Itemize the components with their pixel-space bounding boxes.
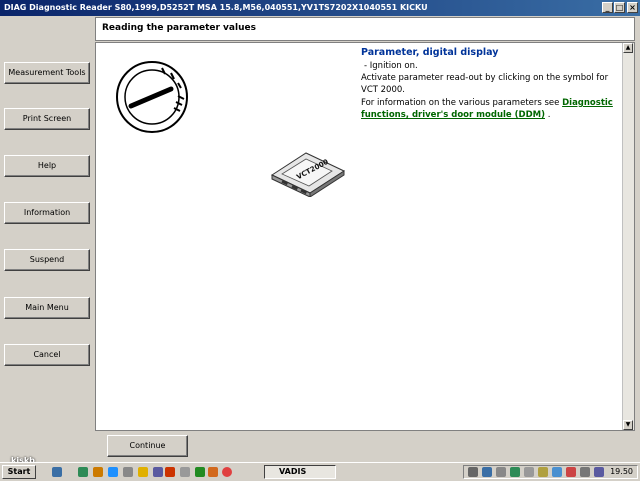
suspend-button[interactable]: Suspend	[4, 249, 90, 271]
cancel-button[interactable]: Cancel	[4, 344, 90, 366]
quicklaunch-icon[interactable]	[108, 467, 118, 477]
clock: 19.50	[610, 467, 633, 476]
system-tray: 19.50	[463, 465, 638, 479]
instruction-line-2: VCT 2000.	[361, 85, 405, 95]
scroll-up-icon[interactable]: ▲	[623, 43, 633, 53]
tray-icon[interactable]	[580, 467, 590, 477]
continue-button[interactable]: Continue	[107, 435, 188, 457]
print-screen-button[interactable]: Print Screen	[4, 108, 90, 130]
quicklaunch-icon[interactable]	[138, 467, 148, 477]
quicklaunch-icon[interactable]	[208, 467, 218, 477]
vct2000-device-icon[interactable]: VCT2000	[268, 149, 348, 197]
instruction-line-1: Activate parameter read-out by clicking …	[361, 73, 609, 83]
info-title: Parameter, digital display	[361, 47, 499, 58]
quicklaunch-desktop-icon[interactable]	[52, 467, 62, 477]
quicklaunch-icon[interactable]	[123, 467, 133, 477]
speaker-icon[interactable]	[594, 467, 604, 477]
diagnostic-link[interactable]: Diagnostic	[562, 98, 613, 108]
tray-icon[interactable]	[552, 467, 562, 477]
taskbar: Start VADIS 19.50	[0, 462, 640, 481]
measurement-tools-button[interactable]: Measurement Tools	[4, 62, 90, 84]
main-menu-button[interactable]: Main Menu	[4, 297, 90, 319]
bullet-text: Ignition on.	[369, 61, 418, 71]
tray-icon[interactable]	[496, 467, 506, 477]
vertical-scrollbar[interactable]: ▲ ▼	[622, 43, 634, 430]
tray-icon[interactable]	[524, 467, 534, 477]
instruction-prefix: For information on the various parameter…	[361, 98, 560, 108]
close-button[interactable]: ×	[627, 2, 638, 13]
bullet-item: - Ignition on.	[364, 61, 418, 71]
title-bar: DIAG Diagnostic Reader S80,1999,D5252T M…	[0, 0, 640, 16]
tray-icon[interactable]	[566, 467, 576, 477]
instruction-line-4: functions, driver's door module (DDM) .	[361, 110, 550, 120]
quicklaunch-icon[interactable]	[180, 467, 190, 477]
instruction-line-3: For information on the various parameter…	[361, 98, 613, 108]
header-panel: Reading the parameter values	[95, 17, 635, 41]
scroll-down-icon[interactable]: ▼	[623, 420, 633, 430]
quicklaunch-icon[interactable]	[78, 467, 88, 477]
tray-icon[interactable]	[510, 467, 520, 477]
start-button[interactable]: Start	[2, 465, 36, 479]
quicklaunch-icon[interactable]	[93, 467, 103, 477]
window-title: DIAG Diagnostic Reader S80,1999,D5252T M…	[4, 3, 428, 12]
page-title: Reading the parameter values	[102, 23, 256, 33]
vadis-label: VADIS	[279, 467, 307, 476]
quicklaunch-icon[interactable]	[153, 467, 163, 477]
help-button[interactable]: Help	[4, 155, 90, 177]
tray-icon[interactable]	[482, 467, 492, 477]
ddm-link[interactable]: functions, driver's door module (DDM)	[361, 110, 545, 120]
quicklaunch-icon[interactable]	[165, 467, 175, 477]
maximize-button[interactable]: □	[614, 2, 625, 13]
minimize-button[interactable]: _	[602, 2, 613, 13]
chrome-icon[interactable]	[222, 467, 232, 477]
quicklaunch-icon[interactable]	[195, 467, 205, 477]
taskbar-item-vadis[interactable]: VADIS	[264, 465, 336, 479]
tray-icon[interactable]	[538, 467, 548, 477]
instruction-suffix: .	[545, 110, 551, 120]
ignition-switch-icon	[116, 61, 188, 133]
information-button[interactable]: Information	[4, 202, 90, 224]
content-panel: VCT2000 Parameter, digital display - Ign…	[95, 42, 635, 431]
tray-icon[interactable]	[468, 467, 478, 477]
